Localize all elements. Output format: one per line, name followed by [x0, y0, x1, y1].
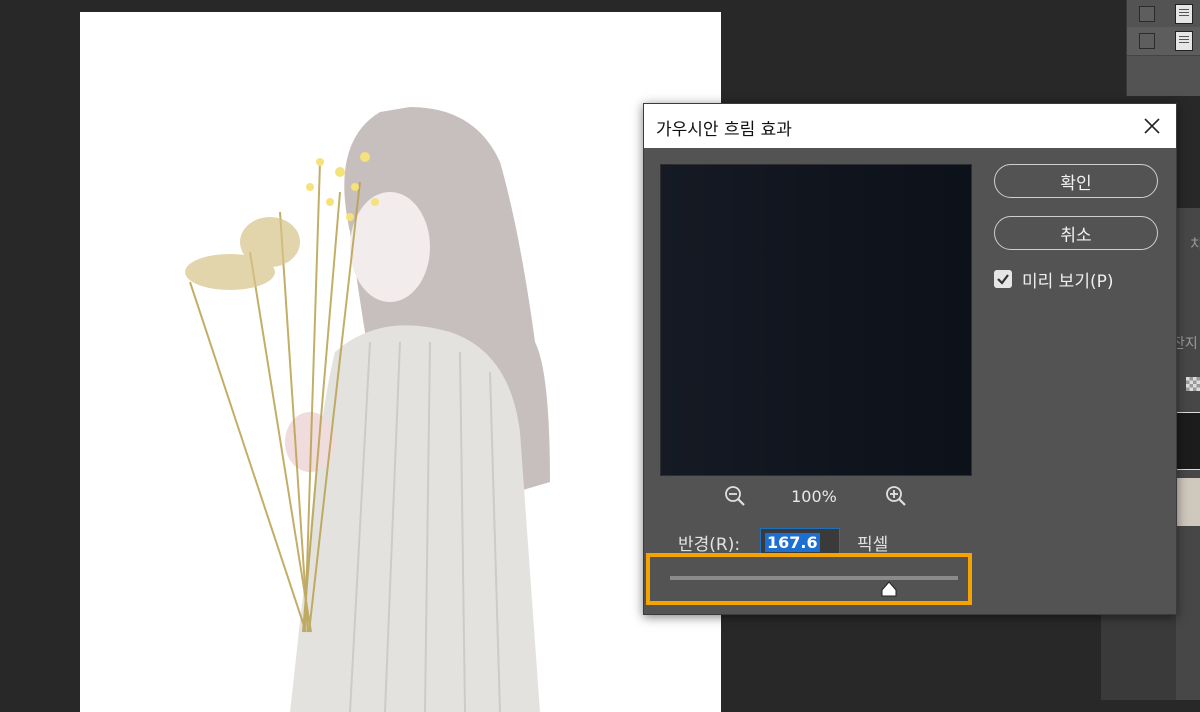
radius-value: 167.6 [765, 533, 820, 552]
radius-label: 반경(R): [678, 535, 741, 555]
radius-unit: 픽셀 [857, 535, 889, 555]
document-icon [1175, 4, 1193, 24]
document-icon [1175, 31, 1193, 51]
gaussian-blur-dialog: 가우시안 흐림 효과 100% 확인 취소 미리 보기(P) 반경(R): 16… [643, 103, 1177, 615]
layer-row[interactable] [1127, 0, 1200, 29]
visibility-checkbox[interactable] [1139, 33, 1155, 49]
close-icon[interactable] [1142, 116, 1162, 136]
layer-row[interactable] [1127, 27, 1200, 56]
dialog-titlebar[interactable]: 가우시안 흐림 효과 [644, 104, 1176, 148]
ok-button[interactable]: 확인 [994, 164, 1158, 198]
zoom-in-icon[interactable] [885, 485, 907, 507]
layers-panel-top [1126, 0, 1200, 96]
side-panel-text: 치 [1190, 237, 1200, 253]
radius-slider-track[interactable] [670, 576, 958, 580]
check-icon[interactable] [994, 270, 1012, 288]
radius-slider-thumb[interactable] [881, 581, 897, 597]
layer-thumbnail[interactable] [1176, 412, 1200, 470]
document-canvas[interactable] [80, 12, 721, 712]
radius-input[interactable]: 167.6 [760, 528, 840, 556]
cancel-button[interactable]: 취소 [994, 216, 1158, 250]
canvas-photo [185, 107, 550, 712]
preview-checkbox-label[interactable]: 미리 보기(P) [1022, 267, 1113, 292]
blur-preview[interactable] [660, 164, 972, 476]
dialog-title: 가우시안 흐림 효과 [656, 120, 792, 140]
layer-thumbnail[interactable] [1176, 478, 1200, 526]
checkerboard-icon [1186, 377, 1200, 391]
visibility-checkbox[interactable] [1139, 6, 1155, 22]
zoom-level: 100% [791, 487, 837, 506]
workspace: 치 잔지 가우시안 흐림 효과 100% 확인 취소 미리 보기(P) 반경(R… [0, 0, 1200, 712]
zoom-out-icon[interactable] [724, 485, 746, 507]
